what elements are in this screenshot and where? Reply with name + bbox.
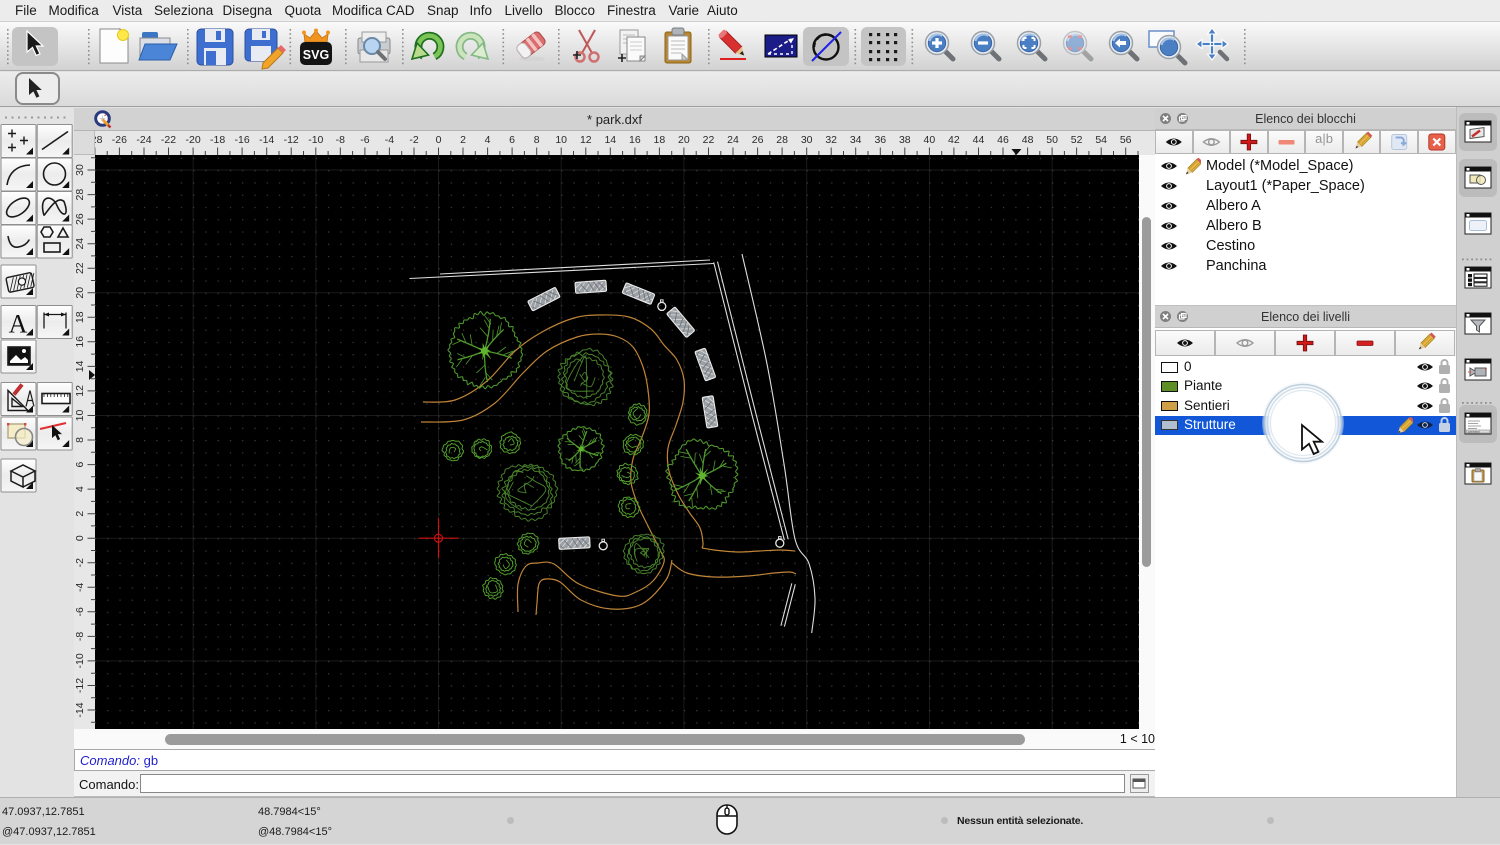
svg-text:8: 8 [74,437,86,443]
svg-text:44: 44 [973,134,985,146]
svg-text:command: command [1468,430,1480,434]
svg-text:26: 26 [74,213,86,225]
svg-text:-12: -12 [284,134,299,146]
svg-text:-8: -8 [74,632,86,641]
svg-text:18: 18 [74,311,86,323]
svg-text:20: 20 [74,287,86,299]
svg-text:16: 16 [629,134,641,146]
svg-text:2: 2 [74,511,86,517]
svg-text:22: 22 [703,134,715,146]
svg-text:-16: -16 [235,134,250,146]
svg-text:30: 30 [801,134,813,146]
svg-text:-2: -2 [74,558,86,567]
svg-text:12: 12 [580,134,592,146]
svg-text:10: 10 [555,134,567,146]
svg-text:38: 38 [899,134,911,146]
svg-text:34: 34 [850,134,862,146]
svg-text:6: 6 [509,134,515,146]
svg-text:-20: -20 [186,134,201,146]
svg-text:52: 52 [1071,134,1083,146]
svg-text:-12: -12 [74,678,86,693]
svg-text:-6: -6 [360,134,369,146]
svg-text:-4: -4 [74,582,86,591]
svg-text:-24: -24 [136,134,151,146]
svg-text:6: 6 [74,462,86,468]
svg-text:16: 16 [74,336,86,348]
svg-text:28: 28 [776,134,788,146]
svg-text:40: 40 [924,134,936,146]
svg-text:48: 48 [1022,134,1034,146]
svg-text:14: 14 [74,360,86,372]
svg-text:54: 54 [1095,134,1107,146]
svg-text:-2: -2 [409,134,418,146]
svg-text:A: A [9,310,28,339]
svg-text:30: 30 [74,164,86,176]
svg-text:8: 8 [534,134,540,146]
svg-text:-22: -22 [161,134,176,146]
svg-text:14: 14 [604,134,616,146]
svg-text:24: 24 [74,238,86,250]
svg-text:-6: -6 [74,607,86,616]
svg-text:26: 26 [752,134,764,146]
svg-text:46: 46 [997,134,1009,146]
svg-text:42: 42 [948,134,960,146]
svg-text:-26: -26 [112,134,127,146]
svg-text:SVG: SVG [303,48,329,62]
svg-text:-8: -8 [336,134,345,146]
svg-text:10: 10 [74,410,86,422]
svg-text:-10: -10 [74,653,86,668]
svg-text:-14: -14 [259,134,274,146]
svg-text:36: 36 [874,134,886,146]
svg-text:24: 24 [727,134,739,146]
svg-text:-14: -14 [74,702,86,717]
svg-text:-4: -4 [385,134,394,146]
svg-text:50: 50 [1046,134,1058,146]
svg-text:-18: -18 [210,134,225,146]
svg-text:-10: -10 [308,134,323,146]
svg-text:18: 18 [654,134,666,146]
svg-text:32: 32 [825,134,837,146]
svg-text:4: 4 [485,134,491,146]
svg-text:12: 12 [74,385,86,397]
svg-text:22: 22 [74,262,86,274]
svg-text:0: 0 [436,134,442,146]
svg-text:28: 28 [74,189,86,201]
svg-text:20: 20 [678,134,690,146]
svg-text:56: 56 [1120,134,1132,146]
svg-text:0: 0 [74,535,86,541]
svg-text:2: 2 [460,134,466,146]
svg-text:4: 4 [74,486,86,492]
